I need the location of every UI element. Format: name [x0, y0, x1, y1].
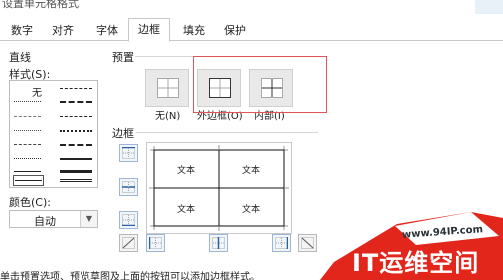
watermark-title: IT运维空间 [352, 249, 480, 277]
format-cells-dialog: 设置单元格格式 数字 对齐 字体 边框 填充 保护 直线 样式(S): 无 颜色… [0, 0, 503, 280]
